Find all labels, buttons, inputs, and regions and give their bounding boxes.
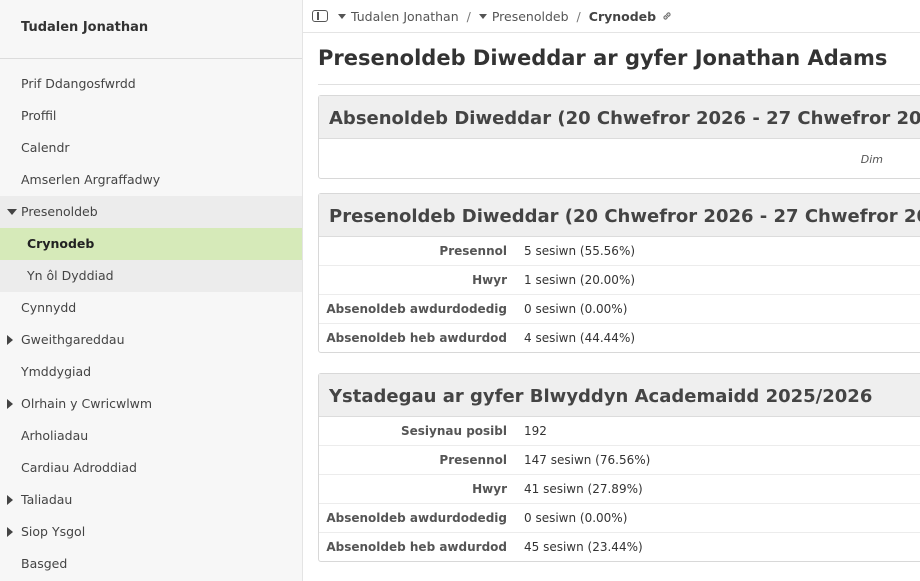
sidebar: Tudalen Jonathan Prif Ddangosfwrdd Proff…	[0, 0, 303, 581]
sidebar-item-label: Presenoldeb	[21, 204, 98, 219]
empty-message: Dim	[860, 153, 883, 166]
table-row: Hwyr 1 sesiwn (20.00%)	[319, 266, 920, 295]
recent-absence-panel: Absenoldeb Diweddar (20 Chwefror 2026 - …	[318, 95, 920, 179]
breadcrumb: Tudalen Jonathan / Presenoldeb / Crynode…	[303, 0, 920, 33]
sidebar-item-curriculum-tracking[interactable]: Olrhain y Cwricwlwm	[0, 388, 302, 420]
table-row: Presennol 5 sesiwn (55.56%)	[319, 237, 920, 266]
caret-right-icon	[7, 527, 13, 537]
table-row: Absenoldeb heb awdurdod 45 sesiwn (23.44…	[319, 533, 920, 561]
table-row: Presennol 147 sesiwn (76.56%)	[319, 446, 920, 475]
recent-absence-title: Absenoldeb Diweddar (20 Chwefror 2026 - …	[319, 96, 920, 139]
sidebar-item-profile[interactable]: Proffil	[0, 100, 302, 132]
row-label: Presennol	[439, 453, 507, 467]
breadcrumb-item-attendance[interactable]: Presenoldeb	[492, 9, 569, 24]
row-value: 41 sesiwn (27.89%)	[524, 482, 643, 496]
sidebar-item-calendar[interactable]: Calendr	[0, 132, 302, 164]
year-stats-title: Ystadegau ar gyfer Blwyddyn Academaidd 2…	[319, 374, 920, 417]
caret-down-icon	[7, 209, 17, 215]
caret-right-icon	[7, 399, 13, 409]
row-value: 5 sesiwn (55.56%)	[524, 244, 636, 258]
main-content: Tudalen Jonathan / Presenoldeb / Crynode…	[303, 0, 920, 581]
sidebar-item-payments[interactable]: Taliadau	[0, 484, 302, 516]
chevron-down-icon[interactable]	[478, 13, 487, 19]
caret-right-icon	[7, 495, 13, 505]
sidebar-item-progress[interactable]: Cynnydd	[0, 292, 302, 324]
row-value: 0 sesiwn (0.00%)	[524, 511, 628, 525]
sidebar-item-label: Gweithgareddau	[21, 332, 125, 347]
recent-attendance-panel: Presenoldeb Diweddar (20 Chwefror 2026 -…	[318, 193, 920, 353]
sidebar-title: Tudalen Jonathan	[0, 0, 302, 59]
sidebar-item-label: Siop Ysgol	[21, 524, 86, 539]
sidebar-item-label: Olrhain y Cwricwlwm	[21, 396, 153, 411]
row-label: Hwyr	[472, 482, 507, 496]
row-label: Absenoldeb awdurdodedig	[326, 511, 507, 525]
sidebar-nav: Prif Ddangosfwrdd Proffil Calendr Amserl…	[0, 68, 302, 580]
sidebar-item-basket[interactable]: Basged	[0, 548, 302, 580]
table-row: Sesiynau posibl 192	[319, 417, 920, 446]
table-row: Hwyr 41 sesiwn (27.89%)	[319, 475, 920, 504]
sidebar-item-dashboard[interactable]: Prif Ddangosfwrdd	[0, 68, 302, 100]
table-row: Absenoldeb heb awdurdod 4 sesiwn (44.44%…	[319, 324, 920, 352]
sidebar-item-report-cards[interactable]: Cardiau Adroddiad	[0, 452, 302, 484]
row-value: 147 sesiwn (76.56%)	[524, 453, 651, 467]
row-label: Absenoldeb awdurdodedig	[326, 302, 507, 316]
year-stats-panel: Ystadegau ar gyfer Blwyddyn Academaidd 2…	[318, 373, 920, 562]
title-divider	[318, 84, 920, 85]
chevron-down-icon[interactable]	[338, 13, 346, 19]
row-value: 45 sesiwn (23.44%)	[524, 540, 643, 554]
sidebar-item-activities[interactable]: Gweithgareddau	[0, 324, 302, 356]
link-icon[interactable]	[661, 10, 673, 22]
sidebar-item-exams[interactable]: Arholiadau	[0, 420, 302, 452]
breadcrumb-separator: /	[576, 8, 581, 24]
table-row: Absenoldeb awdurdodedig 0 sesiwn (0.00%)	[319, 504, 920, 533]
page-title: Presenoldeb Diweddar ar gyfer Jonathan A…	[318, 46, 888, 70]
row-label: Sesiynau posibl	[400, 424, 507, 438]
row-label: Absenoldeb heb awdurdod	[326, 331, 507, 345]
row-label: Hwyr	[472, 273, 507, 287]
sidebar-item-school-shop[interactable]: Siop Ysgol	[0, 516, 302, 548]
sidebar-item-printable-timetable[interactable]: Amserlen Argraffadwy	[0, 164, 302, 196]
caret-right-icon	[7, 335, 13, 345]
sidebar-toggle-icon[interactable]	[312, 10, 328, 22]
sidebar-item-by-date[interactable]: Yn ôl Dyddiad	[0, 260, 302, 292]
breadcrumb-item-student-page[interactable]: Tudalen Jonathan	[351, 9, 459, 24]
row-value: 192	[524, 424, 547, 438]
breadcrumb-item-summary: Crynodeb	[588, 8, 657, 24]
breadcrumb-separator: /	[466, 8, 471, 24]
row-label: Presennol	[439, 244, 507, 258]
row-label: Absenoldeb heb awdurdod	[326, 540, 507, 554]
sidebar-item-attendance[interactable]: Presenoldeb	[0, 196, 302, 228]
recent-attendance-title: Presenoldeb Diweddar (20 Chwefror 2026 -…	[319, 194, 920, 237]
row-value: 4 sesiwn (44.44%)	[524, 331, 636, 345]
sidebar-item-behaviour[interactable]: Ymddygiad	[0, 356, 302, 388]
sidebar-item-summary[interactable]: Crynodeb	[0, 228, 302, 260]
table-row: Absenoldeb awdurdodedig 0 sesiwn (0.00%)	[319, 295, 920, 324]
row-value: 1 sesiwn (20.00%)	[524, 273, 636, 287]
recent-absence-empty-row: Dim	[319, 139, 920, 178]
sidebar-item-label: Taliadau	[21, 492, 73, 507]
row-value: 0 sesiwn (0.00%)	[524, 302, 628, 316]
